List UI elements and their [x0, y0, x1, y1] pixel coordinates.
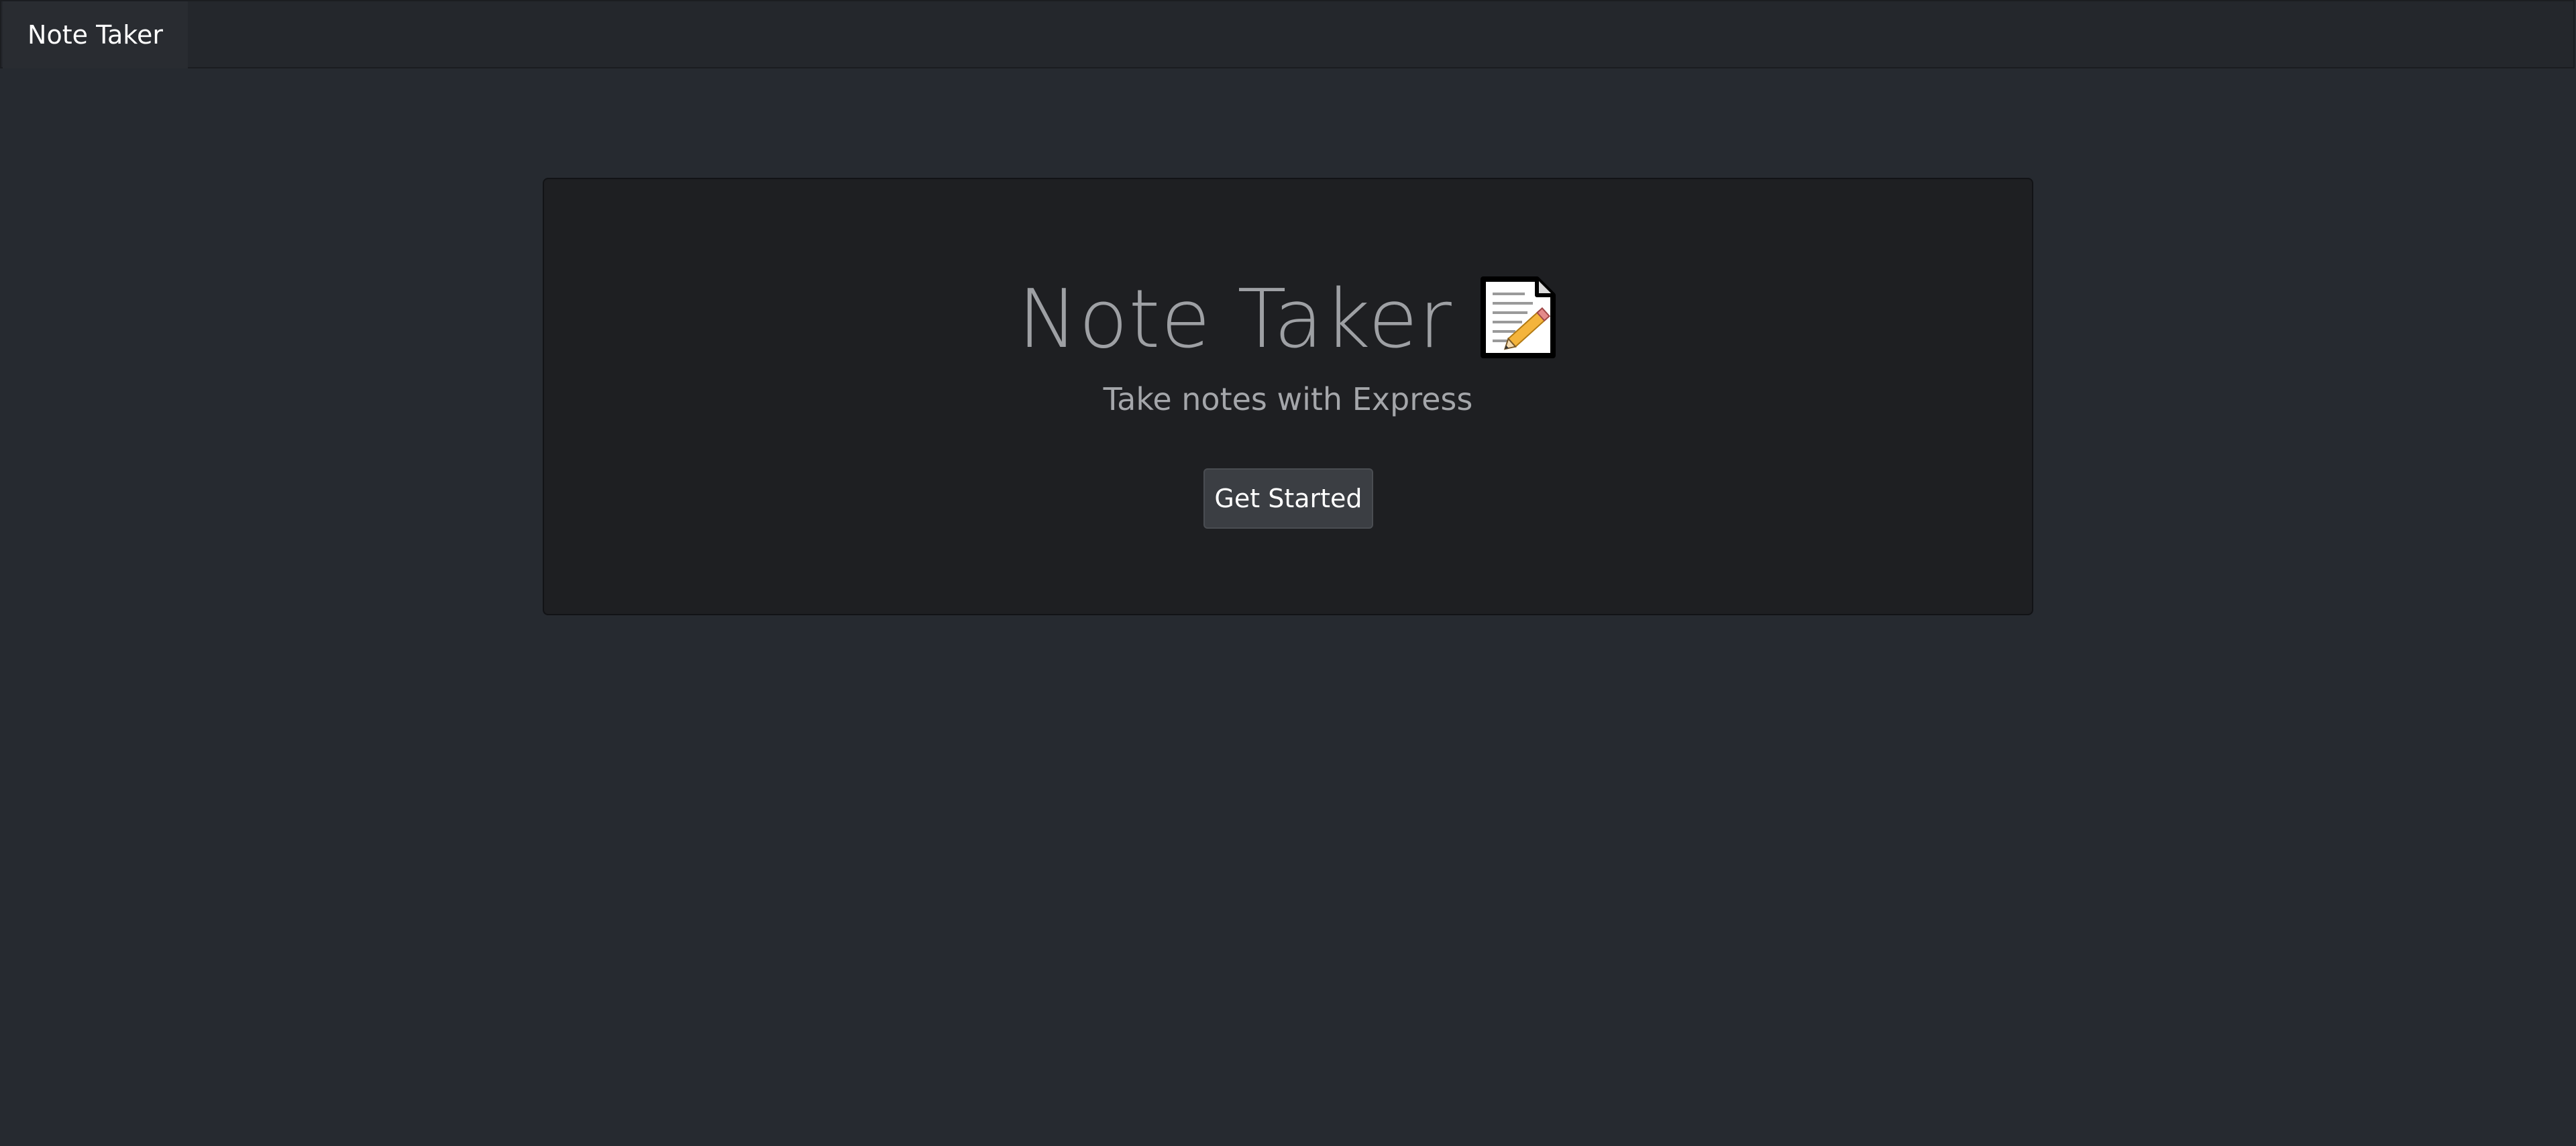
page-subtitle: Take notes with Express	[1103, 381, 1473, 417]
navbar-brand-link[interactable]: Note Taker	[3, 1, 188, 68]
get-started-button[interactable]: Get Started	[1203, 468, 1373, 529]
page-title: Note Taker	[1018, 273, 1452, 366]
navbar: Note Taker	[0, 0, 2575, 68]
jumbotron: Note Taker Take notes with Express Get S…	[543, 178, 2033, 615]
title-row: Note Taker	[544, 266, 2032, 374]
memo-icon	[1479, 275, 1558, 360]
